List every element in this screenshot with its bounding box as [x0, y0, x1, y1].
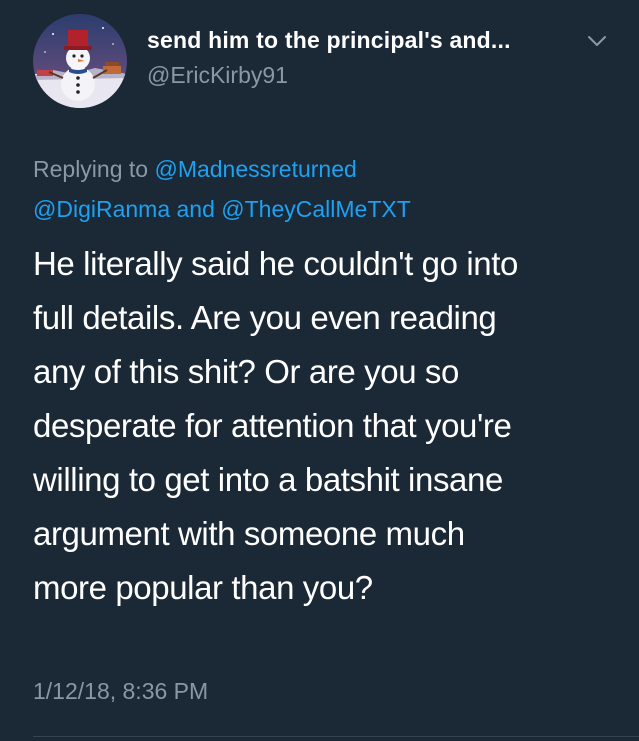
- divider: [33, 736, 639, 737]
- tweet: send him to the principal's and... @Eric…: [0, 0, 639, 741]
- snowman-avatar-icon[interactable]: [33, 14, 127, 108]
- author-handle[interactable]: @EricKirby91: [147, 62, 288, 89]
- tweet-text-line: more popular than you?: [33, 569, 373, 606]
- tweet-text-line: full details. Are you even reading: [33, 299, 497, 336]
- tweet-text: He literally said he couldn't go into fu…: [33, 237, 623, 615]
- tweet-text-line: desperate for attention that you're: [33, 407, 512, 444]
- tweet-text-line: He literally said he couldn't go into: [33, 245, 518, 282]
- reply-conjunction: and: [176, 196, 215, 222]
- mention-link[interactable]: @Madnessreturned: [154, 156, 356, 182]
- mention-link[interactable]: @DigiRanma: [33, 196, 170, 222]
- mention-link[interactable]: @TheyCallMeTXT: [221, 196, 411, 222]
- tweet-text-line: argument with someone much: [33, 515, 465, 552]
- tweet-text-line: any of this shit? Or are you so: [33, 353, 459, 390]
- replying-to-label: Replying to: [33, 156, 149, 182]
- chevron-down-icon[interactable]: [587, 34, 607, 48]
- tweet-timestamp[interactable]: 1/12/18, 8:36 PM: [33, 678, 208, 705]
- tweet-text-line: willing to get into a batshit insane: [33, 461, 503, 498]
- reply-context: Replying to @Madnessreturned @DigiRanma …: [33, 149, 613, 229]
- author-display-name[interactable]: send him to the principal's and...: [147, 27, 511, 54]
- tweet-header: send him to the principal's and... @Eric…: [33, 14, 613, 110]
